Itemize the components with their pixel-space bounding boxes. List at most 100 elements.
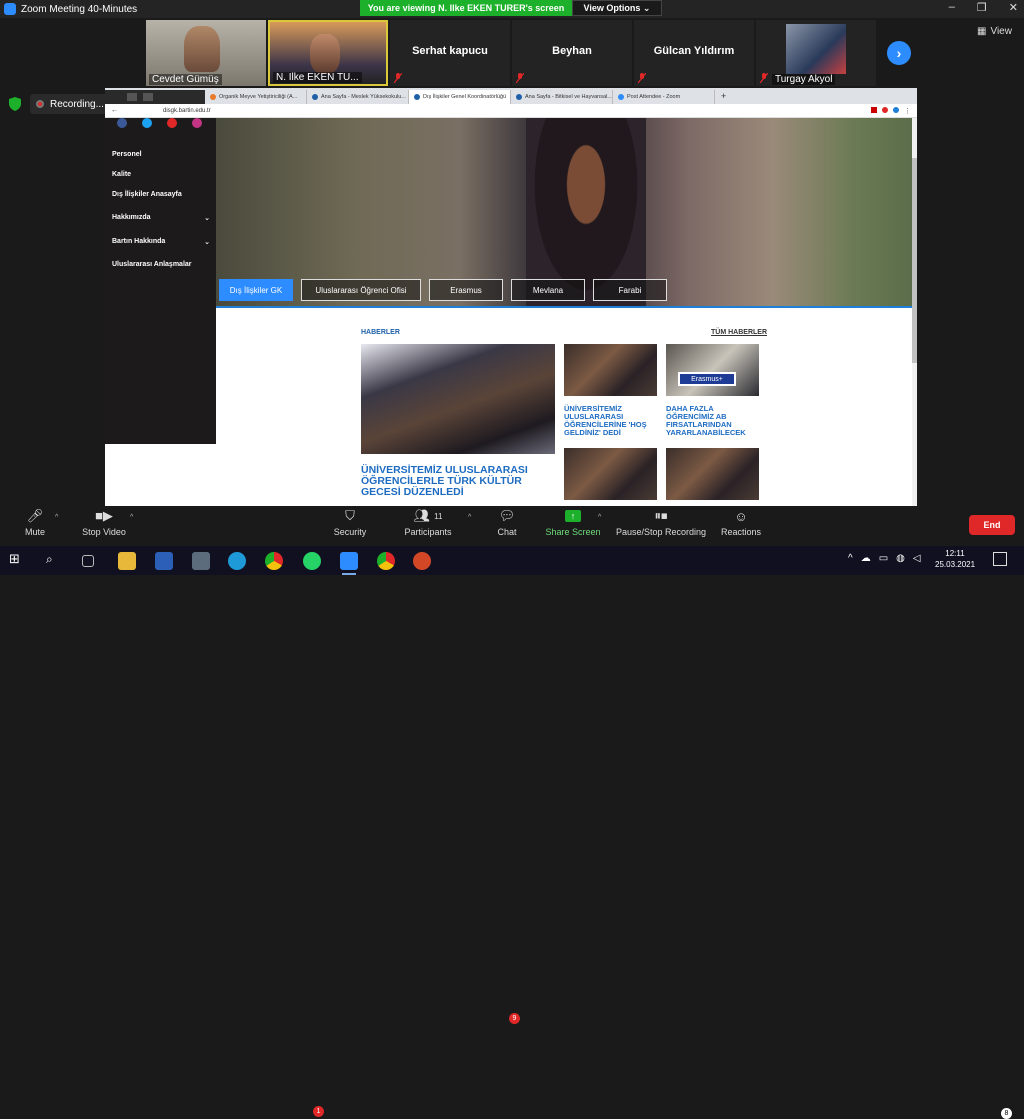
hero-tab-label: Erasmus [450,285,482,295]
main-news-photo[interactable] [361,344,555,454]
all-news-link[interactable]: TÜM HABERLER [711,329,767,336]
view-button[interactable]: ▦ View [977,26,1012,37]
news-photo[interactable]: Erasmus+ [666,344,759,396]
powerpoint-icon[interactable] [413,552,431,570]
profile-avatar[interactable] [893,106,899,113]
next-page-button[interactable]: › [887,41,911,65]
smiley-icon: ☺ [734,508,748,524]
news-title[interactable]: ÜNİVERSİTEMİZ ULUSLARARASI ÖĞRENCİLERİNE… [564,405,659,437]
stop-share-icon[interactable] [143,93,153,101]
menu-kebab-icon[interactable]: ⋮ [904,107,911,115]
clock-date: 25.03.2021 [935,560,976,569]
scrollbar[interactable] [912,118,917,506]
sidebar-item-label: Uluslararası Anlaşmalar [112,261,192,268]
notification-icon[interactable] [993,552,1007,566]
youtube-icon[interactable] [167,118,177,128]
participant-tile[interactable]: Gülcan Yıldırım [634,20,754,86]
chevron-up-icon[interactable]: ^ [598,514,601,521]
browser-tab[interactable]: Organik Meyve Yetiştiriciliği (A... [205,90,307,104]
shared-screen[interactable]: Organik Meyve Yetiştiriciliği (A... Ana … [105,88,917,506]
chevron-up-icon[interactable]: ^ [468,514,471,521]
task-view-icon[interactable] [82,555,94,567]
participant-name: Serhat kapucu [412,45,488,57]
shield-icon: ⛉ [345,508,355,523]
browser-tab-active[interactable]: Dış İlişkiler Genel Koordinatörlüğü [409,90,511,104]
browser-tab[interactable]: Ana Sayfa - Meslek Yüksekokulu... [307,90,409,104]
tab-farabi[interactable]: Farabi [593,279,667,301]
pause-share-icon[interactable] [127,93,137,101]
scrollbar-thumb[interactable] [912,158,917,363]
extension-icon[interactable] [871,106,877,113]
new-tab-icon[interactable]: + [715,91,732,104]
chevron-up-icon[interactable]: ^ [55,514,58,521]
taskbar-clock[interactable]: 12:11 25.03.2021 [935,548,975,570]
sidebar-item-bartin[interactable]: Bartın Hakkında ⌄ [112,238,210,246]
chrome-icon[interactable] [265,552,283,570]
recording-dot-icon [36,100,44,108]
chat-icon: 💬︎ [498,508,516,523]
stop-video-button[interactable]: ■▶ Stop Video [78,508,130,537]
extension-icon[interactable] [882,106,888,113]
main-news-title[interactable]: ÜNİVERSİTEMİZ ULUSLARARASI ÖĞRENCİLERLE … [361,465,561,498]
participant-tile-active[interactable]: N. Ilke EKEN TU... [268,20,388,86]
system-tray-icons[interactable]: ^☁▭◍◁ [848,553,929,564]
instagram-icon[interactable] [192,118,202,128]
close-icon[interactable]: ✕ [1009,1,1018,14]
whatsapp-icon[interactable] [303,552,321,570]
view-options-button[interactable]: View Options ⌄ [572,0,662,16]
reactions-button[interactable]: ☺ Reactions [720,508,762,538]
twitter-icon[interactable] [142,118,152,128]
sidebar-item-anlasmalar[interactable]: Uluslararası Anlaşmalar [112,261,210,268]
sidebar-item-kalite[interactable]: Kalite [112,171,210,178]
tab-dis-iliskiler[interactable]: Dış İlişkiler GK [219,279,293,301]
news-photo[interactable] [564,448,657,500]
tab-erasmus[interactable]: Erasmus [429,279,503,301]
end-meeting-button[interactable]: End [969,515,1015,535]
url-text: disgk.bartin.edu.tr [163,107,211,114]
word-icon[interactable] [155,552,173,570]
participant-tile[interactable]: Serhat kapucu [390,20,510,86]
zoom-taskbar-icon[interactable] [340,552,358,575]
participant-tile[interactable]: Beyhan [512,20,632,86]
share-screen-button[interactable]: ↑ Share Screen [544,508,602,537]
mute-button[interactable]: 🎤︎ Mute [18,508,52,537]
stop-recording-button[interactable]: ⏸︎⏹︎ Pause/Stop Recording [614,508,708,537]
tab-ogrenci-ofisi[interactable]: Uluslararası Öğrenci Ofisi [301,279,421,301]
windows-start-icon[interactable]: ⊞ [9,551,27,569]
minimize-icon[interactable]: – [949,1,955,14]
security-button[interactable]: ⛉ Security [330,508,370,537]
edge-icon[interactable] [228,552,246,570]
participant-video [310,34,340,74]
news-title[interactable]: DAHA FAZLA ÖĞRENCİMİZ AB FIRSATLARINDAN … [666,405,761,437]
sidebar-item-personel[interactable]: Personel [112,151,210,158]
chevron-down-icon: ⌄ [204,239,210,246]
search-icon[interactable]: ⌕ [46,552,64,570]
participants-button[interactable]: 👥︎ 11 Participants [402,508,454,537]
chat-badge: 9 [509,1013,520,1024]
browser-tab[interactable]: Ana Sayfa - Bitkisel ve Hayvansal... [511,90,613,104]
participant-tile[interactable]: Cevdet Gümüş [146,20,266,86]
tab-mevlana[interactable]: Mevlana [511,279,585,301]
chrome-icon[interactable] [377,552,395,570]
participant-name: Beyhan [552,45,592,57]
file-explorer-icon[interactable] [118,552,136,570]
chevron-up-icon[interactable]: ^ [130,514,133,521]
sidebar-item-dis-iliskiler[interactable]: Dış İlişkiler Anasayfa [112,191,210,198]
facebook-icon[interactable] [117,118,127,128]
participant-tile[interactable]: Turgay Akyol [756,20,876,86]
news-photo[interactable] [564,344,657,396]
back-icon[interactable]: ← [111,107,118,114]
calculator-icon[interactable] [192,552,210,570]
favicon-icon [210,94,216,100]
address-bar[interactable]: ← disgk.bartin.edu.tr ⋮ [105,104,917,118]
participant-name: Turgay Akyol [772,74,836,85]
sidebar-item-label: Bartın Hakkında [112,238,166,245]
tab-title: Dış İlişkiler Genel Koordinatörlüğü [423,94,507,100]
browser-tab[interactable]: Post Attendee - Zoom [613,90,715,104]
news-photo[interactable] [666,448,759,500]
chat-button[interactable]: 💬︎ Chat [492,508,522,537]
sidebar-item-hakkimizda[interactable]: Hakkımızda ⌄ [112,214,210,222]
favicon-icon [312,94,318,100]
maximize-icon[interactable]: ❐ [977,1,987,14]
tab-title: Organik Meyve Yetiştiriciliği (A... [219,94,298,100]
